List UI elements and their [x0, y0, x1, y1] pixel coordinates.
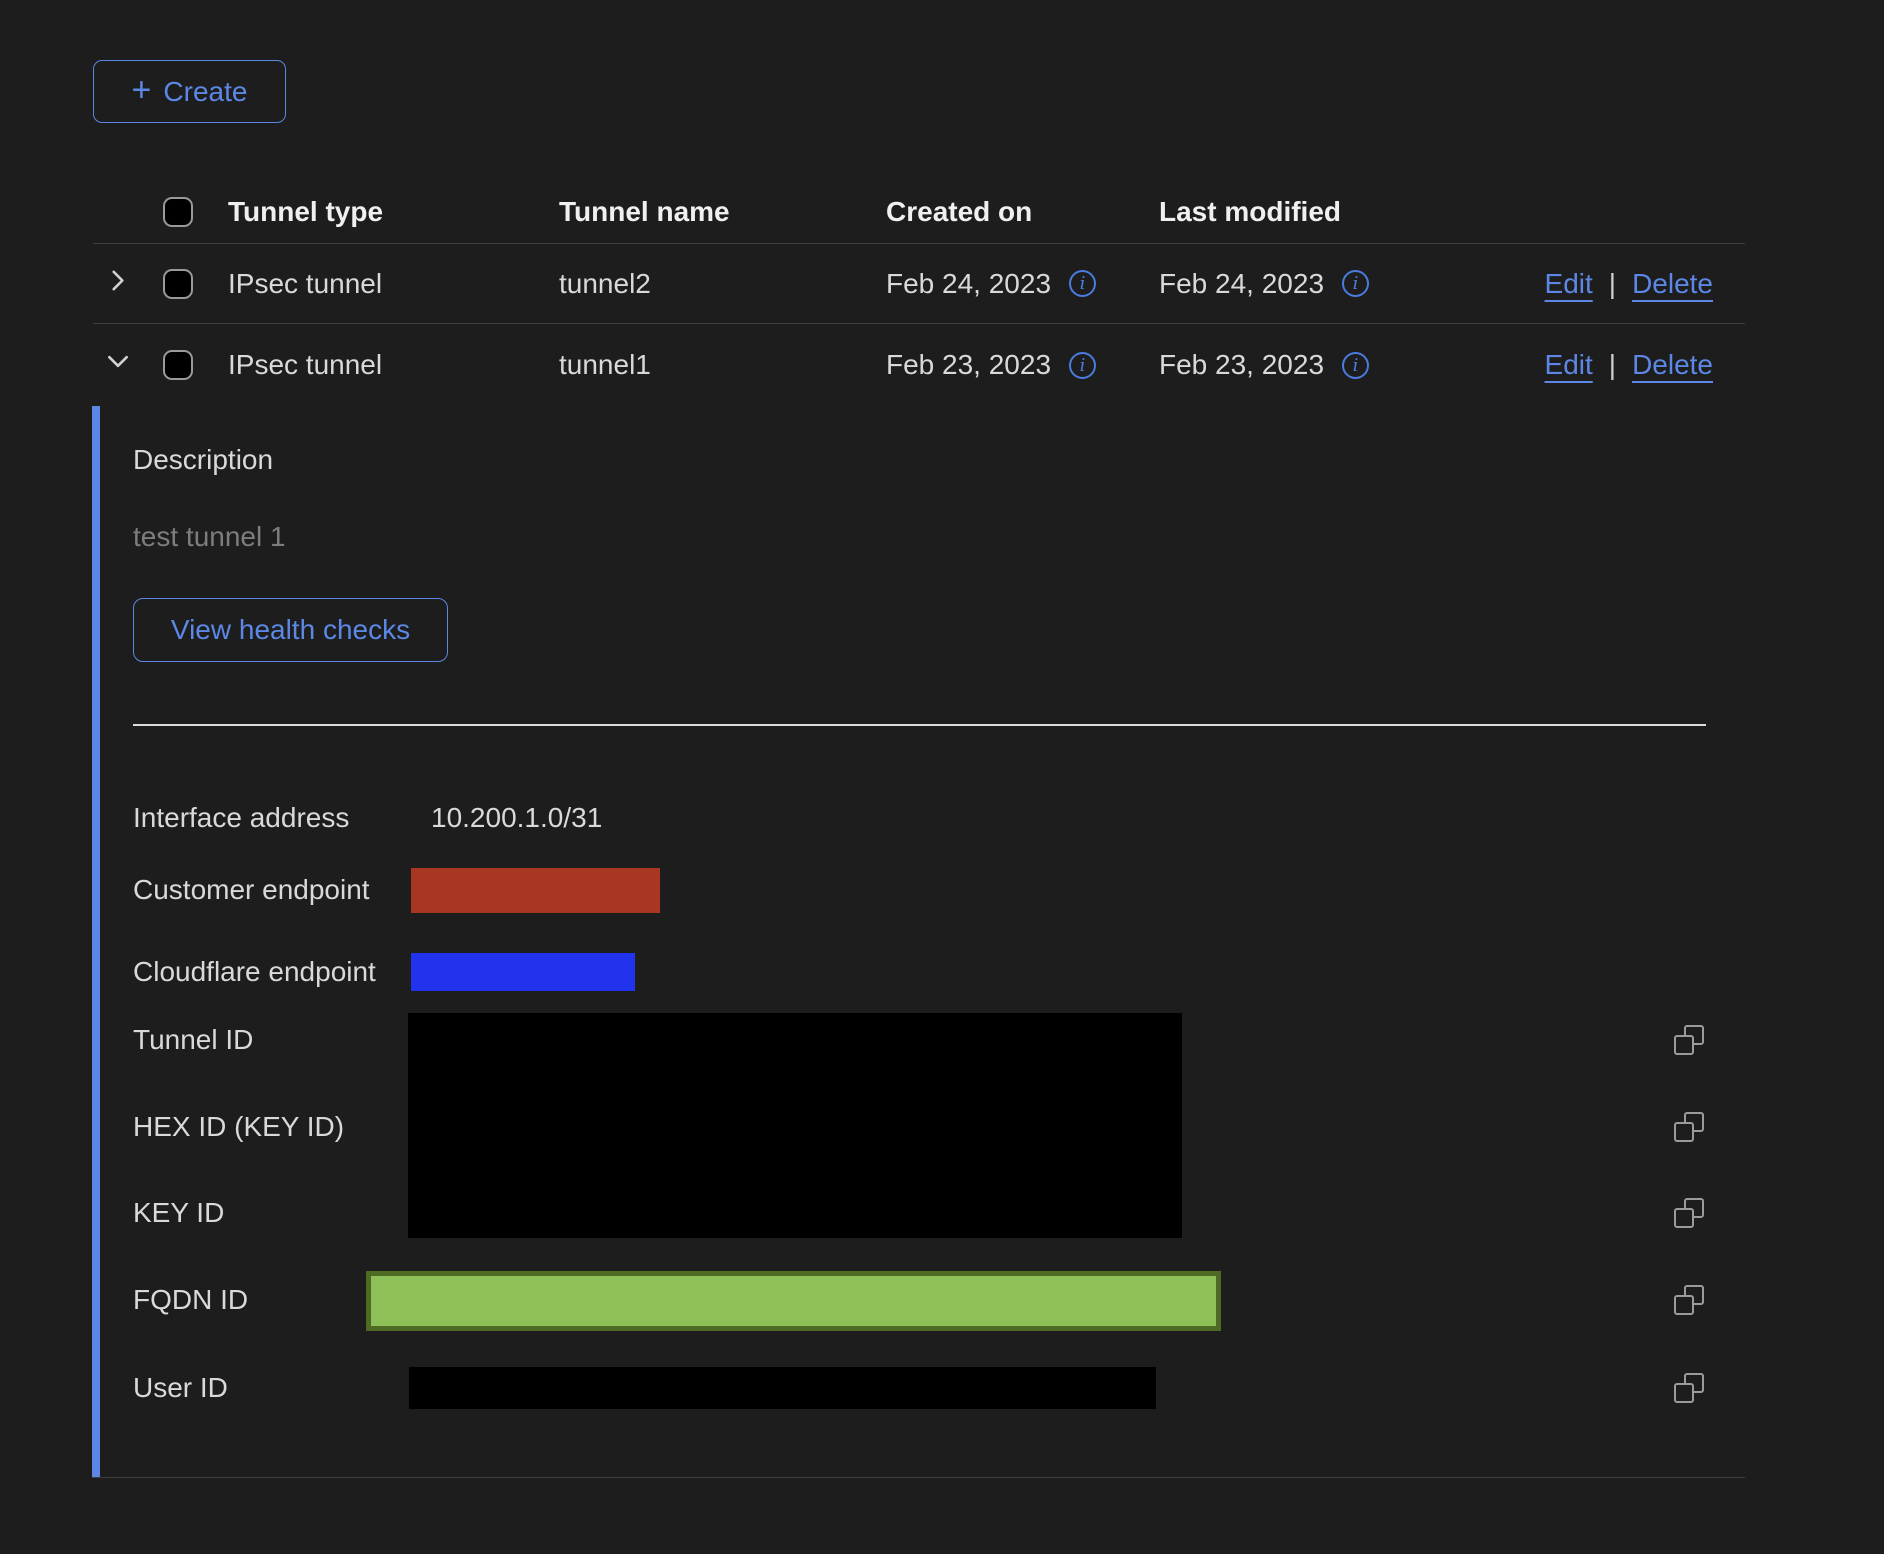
cloudflare-endpoint-label: Cloudflare endpoint: [133, 956, 376, 988]
detail-divider: [133, 724, 1706, 726]
user-id-label: User ID: [133, 1372, 228, 1404]
user-id-redacted-value: [409, 1367, 1156, 1409]
create-button-label: Create: [163, 76, 247, 108]
row-checkbox[interactable]: [163, 350, 193, 380]
copy-icon[interactable]: [1674, 1025, 1704, 1055]
key-id-label: KEY ID: [133, 1197, 224, 1229]
interface-address-label: Interface address: [133, 802, 349, 834]
info-icon[interactable]: i: [1069, 352, 1096, 379]
hex-id-label: HEX ID (KEY ID): [133, 1111, 344, 1143]
view-health-checks-label: View health checks: [171, 614, 410, 646]
link-separator: |: [1609, 349, 1616, 381]
table-row: IPsec tunnel tunnel2 Feb 24, 2023 i Feb …: [93, 244, 1745, 324]
chevron-right-icon[interactable]: [105, 267, 131, 300]
tunnel-name-value: tunnel1: [559, 349, 651, 381]
ids-redacted-block: [408, 1013, 1182, 1238]
tunnel-name-value: tunnel2: [559, 268, 651, 300]
view-health-checks-button[interactable]: View health checks: [133, 598, 448, 662]
cloudflare-endpoint-redacted-value: [411, 953, 635, 991]
delete-link[interactable]: Delete: [1632, 349, 1713, 381]
header-created-on: Created on: [886, 196, 1032, 228]
copy-icon[interactable]: [1674, 1112, 1704, 1142]
customer-endpoint-redacted-value: [411, 868, 660, 913]
table-header-row: Tunnel type Tunnel name Created on Last …: [93, 180, 1745, 244]
description-value: test tunnel 1: [133, 521, 286, 553]
delete-link[interactable]: Delete: [1632, 268, 1713, 300]
fqdn-id-label: FQDN ID: [133, 1284, 248, 1316]
link-separator: |: [1609, 268, 1616, 300]
info-icon[interactable]: i: [1342, 270, 1369, 297]
select-all-checkbox[interactable]: [163, 197, 193, 227]
last-modified-value: Feb 23, 2023: [1159, 349, 1324, 381]
table-row-expanded: IPsec tunnel tunnel1 Feb 23, 2023 i Feb …: [93, 324, 1745, 406]
copy-icon[interactable]: [1674, 1198, 1704, 1228]
chevron-down-icon[interactable]: [105, 349, 131, 382]
edit-link[interactable]: Edit: [1545, 268, 1593, 300]
created-on-value: Feb 23, 2023: [886, 349, 1051, 381]
plus-icon: +: [132, 73, 152, 107]
last-modified-value: Feb 24, 2023: [1159, 268, 1324, 300]
tunnel-type-value: IPsec tunnel: [228, 268, 382, 300]
header-tunnel-name: Tunnel name: [559, 196, 730, 228]
copy-icon[interactable]: [1674, 1285, 1704, 1315]
tunnel-id-label: Tunnel ID: [133, 1024, 253, 1056]
tunnels-page: + Create Tunnel type Tunnel name Created…: [0, 0, 1884, 1554]
interface-address-value: 10.200.1.0/31: [431, 802, 602, 834]
customer-endpoint-label: Customer endpoint: [133, 874, 370, 906]
copy-icon[interactable]: [1674, 1373, 1704, 1403]
header-last-modified: Last modified: [1159, 196, 1341, 228]
header-tunnel-type: Tunnel type: [228, 196, 383, 228]
info-icon[interactable]: i: [1342, 352, 1369, 379]
create-button[interactable]: + Create: [93, 60, 286, 123]
tunnel-type-value: IPsec tunnel: [228, 349, 382, 381]
info-icon[interactable]: i: [1069, 270, 1096, 297]
fqdn-id-redacted-value: [366, 1271, 1221, 1331]
created-on-value: Feb 24, 2023: [886, 268, 1051, 300]
description-label: Description: [133, 444, 273, 476]
section-bottom-border: [92, 1477, 1745, 1478]
edit-link[interactable]: Edit: [1545, 349, 1593, 381]
expanded-row-indicator-bar: [92, 406, 100, 1478]
row-checkbox[interactable]: [163, 269, 193, 299]
